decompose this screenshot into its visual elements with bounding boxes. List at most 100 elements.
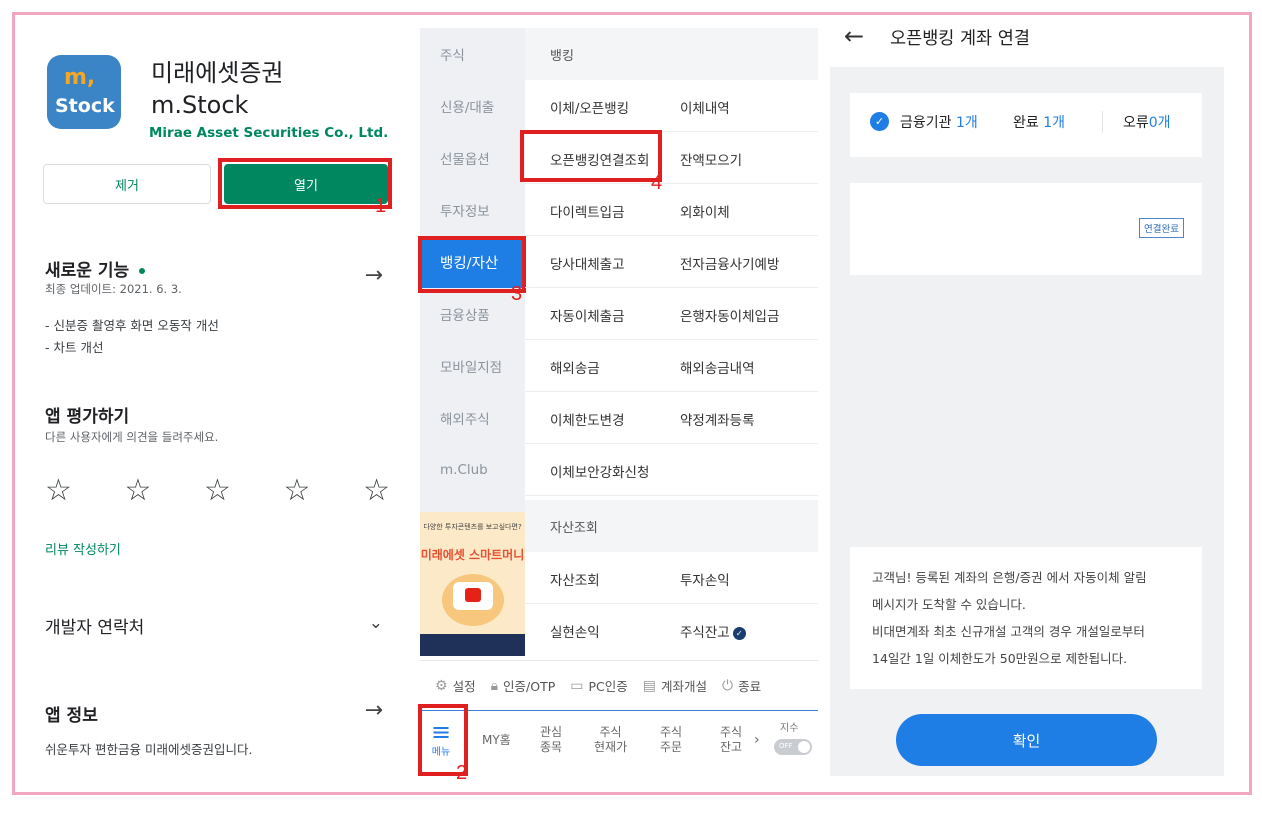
auth-otp-label: 인증/OTP xyxy=(503,679,556,694)
menu-item[interactable]: 자동이체출금 xyxy=(550,305,625,325)
settings-button[interactable]: ⚙ 설정 xyxy=(435,676,476,695)
menu-item[interactable]: 약정계좌등록 xyxy=(680,409,755,429)
highlight-step-1 xyxy=(218,158,392,209)
sidebar-item-financial-products[interactable]: 금융상품 xyxy=(420,288,525,340)
institutions-count: 1개 xyxy=(955,115,978,131)
menu-item[interactable]: 해외송금내역 xyxy=(680,357,755,377)
menu-item[interactable]: 투자손익 xyxy=(680,569,730,589)
summary-card: ✓ 금융기관 1개 완료 1개 오류0개 xyxy=(850,93,1202,157)
write-review-link[interactable]: 리뷰 작성하기 xyxy=(45,539,121,558)
sidebar-item-invest-info[interactable]: 투자정보 xyxy=(420,184,525,236)
menu-item[interactable]: 다이렉트입금 xyxy=(550,201,625,221)
institutions-stat: 금융기관 1개 xyxy=(900,112,978,132)
menu-item[interactable]: 해외송금 xyxy=(550,357,600,377)
nav-stock-balance[interactable]: 주식 잔고 xyxy=(720,725,742,755)
monitor-icon: ▭ xyxy=(570,677,584,694)
toggle-state: OFF xyxy=(779,742,793,750)
nav-stock-order[interactable]: 주식 주문 xyxy=(660,725,682,755)
menu-item[interactable]: 전자금융사기예방 xyxy=(680,253,779,273)
menu-item[interactable]: 잔액모으기 xyxy=(680,149,742,169)
step-4-label: 4 xyxy=(651,172,663,194)
chevron-right-icon[interactable]: › xyxy=(754,733,760,748)
done-count: 1개 xyxy=(1043,115,1066,131)
remove-button[interactable]: 제거 xyxy=(43,164,211,204)
sidebar-item-credit-loan[interactable]: 신용/대출 xyxy=(420,80,525,132)
star-icon[interactable]: ☆ xyxy=(363,473,390,508)
index-toggle[interactable]: OFF xyxy=(774,739,812,755)
back-arrow-icon[interactable]: ← xyxy=(844,22,864,50)
done-stat: 완료 1개 xyxy=(1013,112,1065,132)
menu-item[interactable]: 실현손익 xyxy=(550,621,600,641)
playstore-panel: m, Stock 미래에셋증권 m.Stock Mirae Asset Secu… xyxy=(15,15,411,792)
auth-otp-button[interactable]: 🔒︎ 인증/OTP xyxy=(491,676,556,695)
menu-row: 자동이체출금 은행자동이체입금 xyxy=(525,288,818,340)
category-sidebar: 주식 신용/대출 선물옵션 투자정보 뱅킹/자산 금융상품 모바일지점 해외주식… xyxy=(420,28,525,656)
star-icon[interactable]: ☆ xyxy=(284,473,311,508)
rate-app-subtitle: 다른 사용자에게 의견을 들려주세요. xyxy=(45,430,219,444)
menu-item[interactable]: 자산조회 xyxy=(550,569,600,589)
connected-badge: 연결완료 xyxy=(1139,218,1184,238)
menu-item[interactable]: 이체/오픈뱅킹 xyxy=(550,97,629,117)
error-count: 0개 xyxy=(1148,115,1171,131)
nav-my-home[interactable]: MY홈 xyxy=(482,733,511,748)
divider xyxy=(1102,111,1103,133)
menu-item[interactable]: 이체한도변경 xyxy=(550,409,625,429)
star-icon[interactable]: ☆ xyxy=(204,473,231,508)
sidebar-item-stocks[interactable]: 주식 xyxy=(420,28,525,80)
app-icon: m, Stock xyxy=(47,55,121,129)
lock-icon: 🔒︎ xyxy=(490,677,499,694)
ad-footer-strip xyxy=(420,634,525,656)
developer-contact[interactable]: 개발자 연락처 xyxy=(45,613,144,638)
check-icon: ✓ xyxy=(732,626,746,640)
smart-money-ad-banner[interactable]: 다양한 투자콘텐츠를 보고싶다면? 미래에셋 스마트머니 xyxy=(420,512,525,656)
star-icon[interactable]: ☆ xyxy=(125,473,152,508)
menu-row: 다이렉트입금 외화이체 xyxy=(525,184,818,236)
bottom-toolbar: ⚙ 설정 🔒︎ 인증/OTP ▭ PC인증 ▤ 계좌개설 ⏻ 종료 xyxy=(420,660,818,710)
menu-item[interactable]: 외화이체 xyxy=(680,201,730,221)
settings-label: 설정 xyxy=(452,679,476,694)
menu-row: 당사대체출고 전자금융사기예방 xyxy=(525,236,818,288)
sidebar-item-futures[interactable]: 선물옵션 xyxy=(420,132,525,184)
bottom-navigation: ≡ 메뉴 MY홈 관심 종목 주식 현재가 주식 주문 주식 잔고 › 지수 O… xyxy=(420,710,818,768)
confirm-button[interactable]: 확인 xyxy=(896,714,1157,766)
section-assets: 자산조회 xyxy=(525,500,818,552)
star-icon[interactable]: ☆ xyxy=(45,473,72,508)
app-info-title[interactable]: 앱 정보 xyxy=(45,701,98,726)
whats-new-title[interactable]: 새로운 기능 xyxy=(45,256,146,281)
section-banking: 뱅킹 xyxy=(525,28,818,80)
menu-item[interactable]: 은행자동이체입금 xyxy=(680,305,779,325)
notice-line: 메시지가 도착할 수 있습니다. xyxy=(872,597,1026,612)
app-name: 미래에셋증권 xyxy=(151,59,284,87)
banking-menu-list: 뱅킹 이체/오픈뱅킹 이체내역 오픈뱅킹연결조회 잔액모으기 다이렉트입금 외화이체 … xyxy=(525,28,818,656)
error-stat: 오류0개 xyxy=(1123,112,1171,132)
menu-item[interactable]: 이체보안강화신청 xyxy=(550,461,649,481)
nav-stock-price[interactable]: 주식 현재가 xyxy=(594,725,627,755)
chevron-down-icon[interactable]: ⌄ xyxy=(369,613,383,633)
check-circle-icon: ✓ xyxy=(870,112,889,131)
open-account-label: 계좌개설 xyxy=(661,679,708,694)
account-card: 연결완료 xyxy=(850,183,1202,275)
new-dot-icon xyxy=(139,268,146,274)
open-account-button[interactable]: ▤ 계좌개설 xyxy=(643,676,707,695)
menu-panel: 주식 신용/대출 선물옵션 투자정보 뱅킹/자산 금융상품 모바일지점 해외주식… xyxy=(418,28,818,790)
menu-item-stock-balance[interactable]: 주식잔고 ✓ xyxy=(680,621,746,641)
sidebar-item-mclub[interactable]: m.Club xyxy=(420,444,525,496)
developer-link[interactable]: Mirae Asset Securities Co., Ltd. xyxy=(149,125,388,141)
exit-button[interactable]: ⏻ 종료 xyxy=(722,676,761,695)
document-icon: ▤ xyxy=(642,677,657,694)
sidebar-item-mobile-branch[interactable]: 모바일지점 xyxy=(420,340,525,392)
sidebar-item-overseas-stocks[interactable]: 해외주식 xyxy=(420,392,525,444)
arrow-right-icon[interactable]: → xyxy=(365,698,383,723)
arrow-right-icon[interactable]: → xyxy=(365,263,383,288)
menu-item[interactable]: 당사대체출고 xyxy=(550,253,625,273)
index-toggle-label: 지수 xyxy=(780,723,799,734)
content-area: ✓ 금융기관 1개 완료 1개 오류0개 연결완료 고객님! 등록된 계좌의 은… xyxy=(830,67,1224,776)
pc-auth-button[interactable]: ▭ PC인증 xyxy=(570,676,628,695)
toggle-knob xyxy=(798,741,810,753)
last-update: 최종 업데이트: 2021. 6. 3. xyxy=(45,282,182,296)
pc-auth-label: PC인증 xyxy=(588,679,628,694)
nav-watchlist[interactable]: 관심 종목 xyxy=(540,725,562,755)
gear-icon: ⚙ xyxy=(435,677,448,694)
menu-item[interactable]: 이체내역 xyxy=(680,97,730,117)
app-icon-text-top: m, xyxy=(64,65,96,90)
